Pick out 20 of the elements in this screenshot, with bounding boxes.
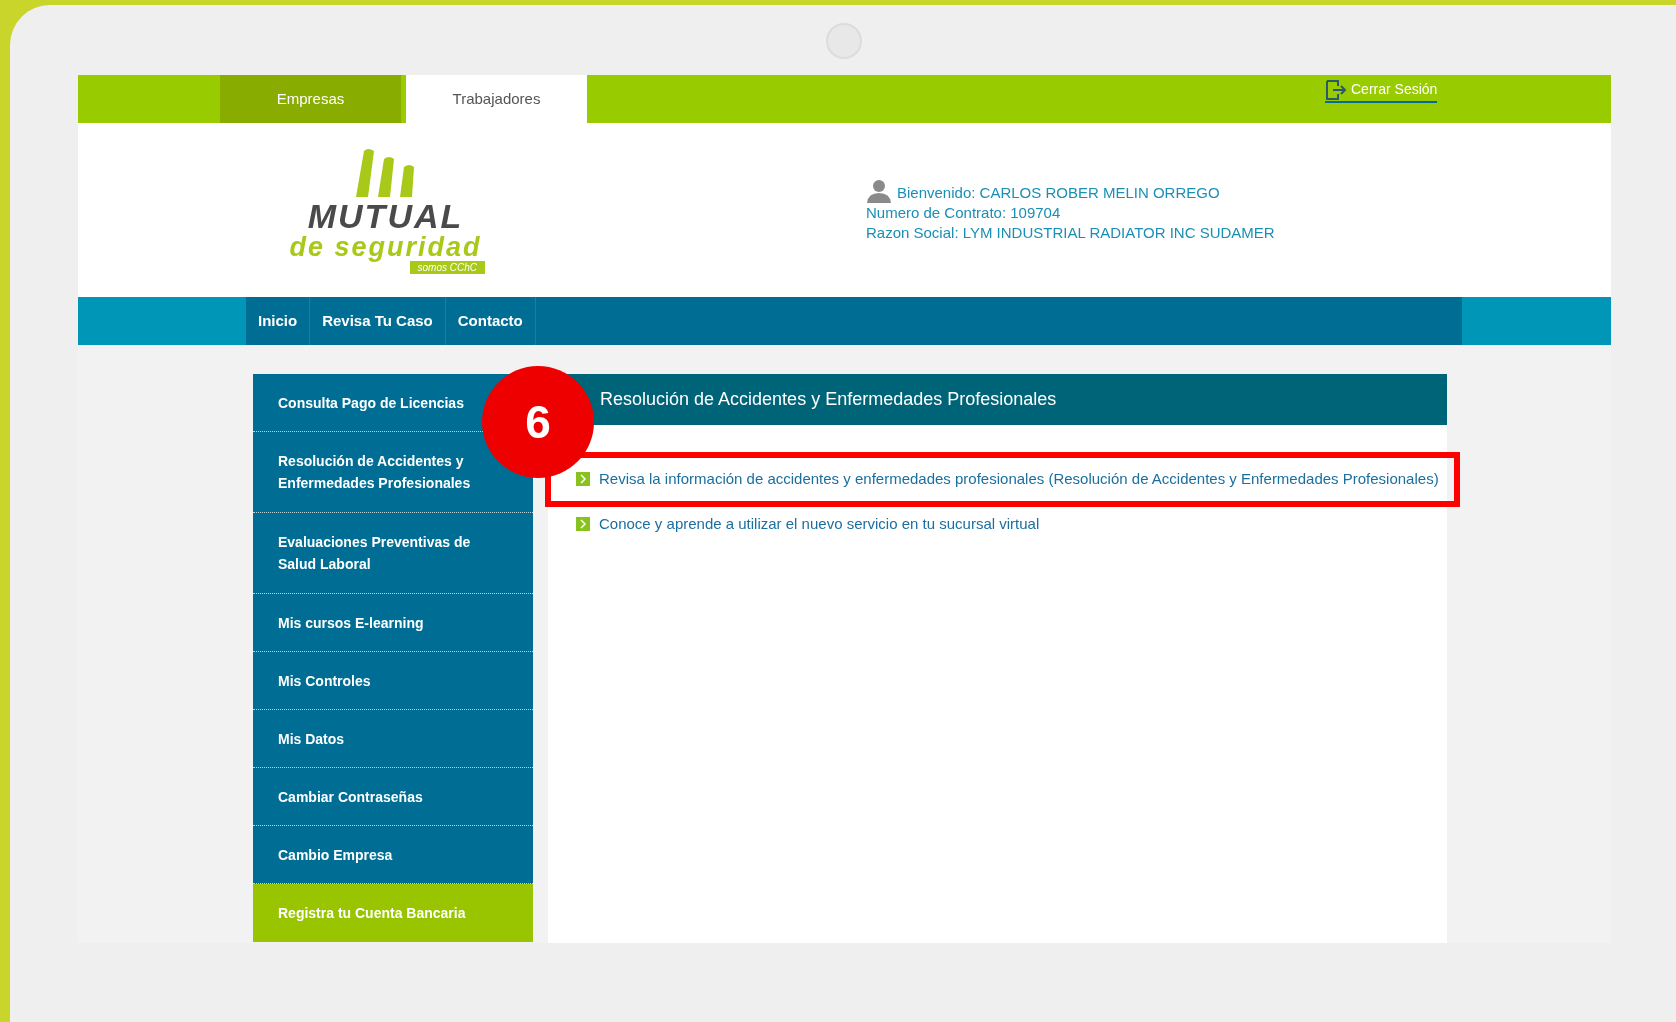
sidebar-item[interactable]: Mis Controles: [253, 652, 533, 710]
top-tab[interactable]: Trabajadores: [406, 75, 587, 123]
welcome-text: Bienvenido: CARLOS ROBER MELIN ORREGO: [897, 183, 1220, 203]
sidebar-item[interactable]: Mis Datos: [253, 710, 533, 768]
user-icon: [866, 179, 892, 203]
logo-badge: somos CChC: [409, 260, 485, 274]
content-link[interactable]: Conoce y aprende a utilizar el nuevo servicio en tu sucursal virtual: [599, 512, 1040, 535]
logout-icon: [1325, 79, 1347, 100]
contract-text: Numero de Contrato: 109704: [866, 203, 1062, 223]
logo-tagline: de seguridad: [289, 232, 482, 261]
logo-name: MUTUAL: [307, 198, 464, 233]
panel-title: Resolución de Accidentes y Enfermedades Profesionales: [600, 388, 1057, 411]
content-link[interactable]: Revisa la información de accidentes y enfermedades profesionales (Resolución de Accidentes y Enfermedades Profesionales): [599, 468, 1439, 491]
arrow-bullet-icon: [576, 472, 590, 487]
sidebar-item[interactable]: Cambio Empresa: [253, 826, 533, 884]
sidebar-item[interactable]: Mis cursos E-learning: [253, 594, 533, 652]
sidebar-item[interactable]: Cambiar Contraseñas: [253, 768, 533, 826]
arrow-bullet-icon: [576, 516, 590, 531]
sidebar-item[interactable]: Evaluaciones Preventivas de Salud Laboral: [253, 513, 533, 594]
company-text: Razon Social: LYM INDUSTRIAL RADIATOR INC SUDAMER: [866, 223, 1275, 243]
